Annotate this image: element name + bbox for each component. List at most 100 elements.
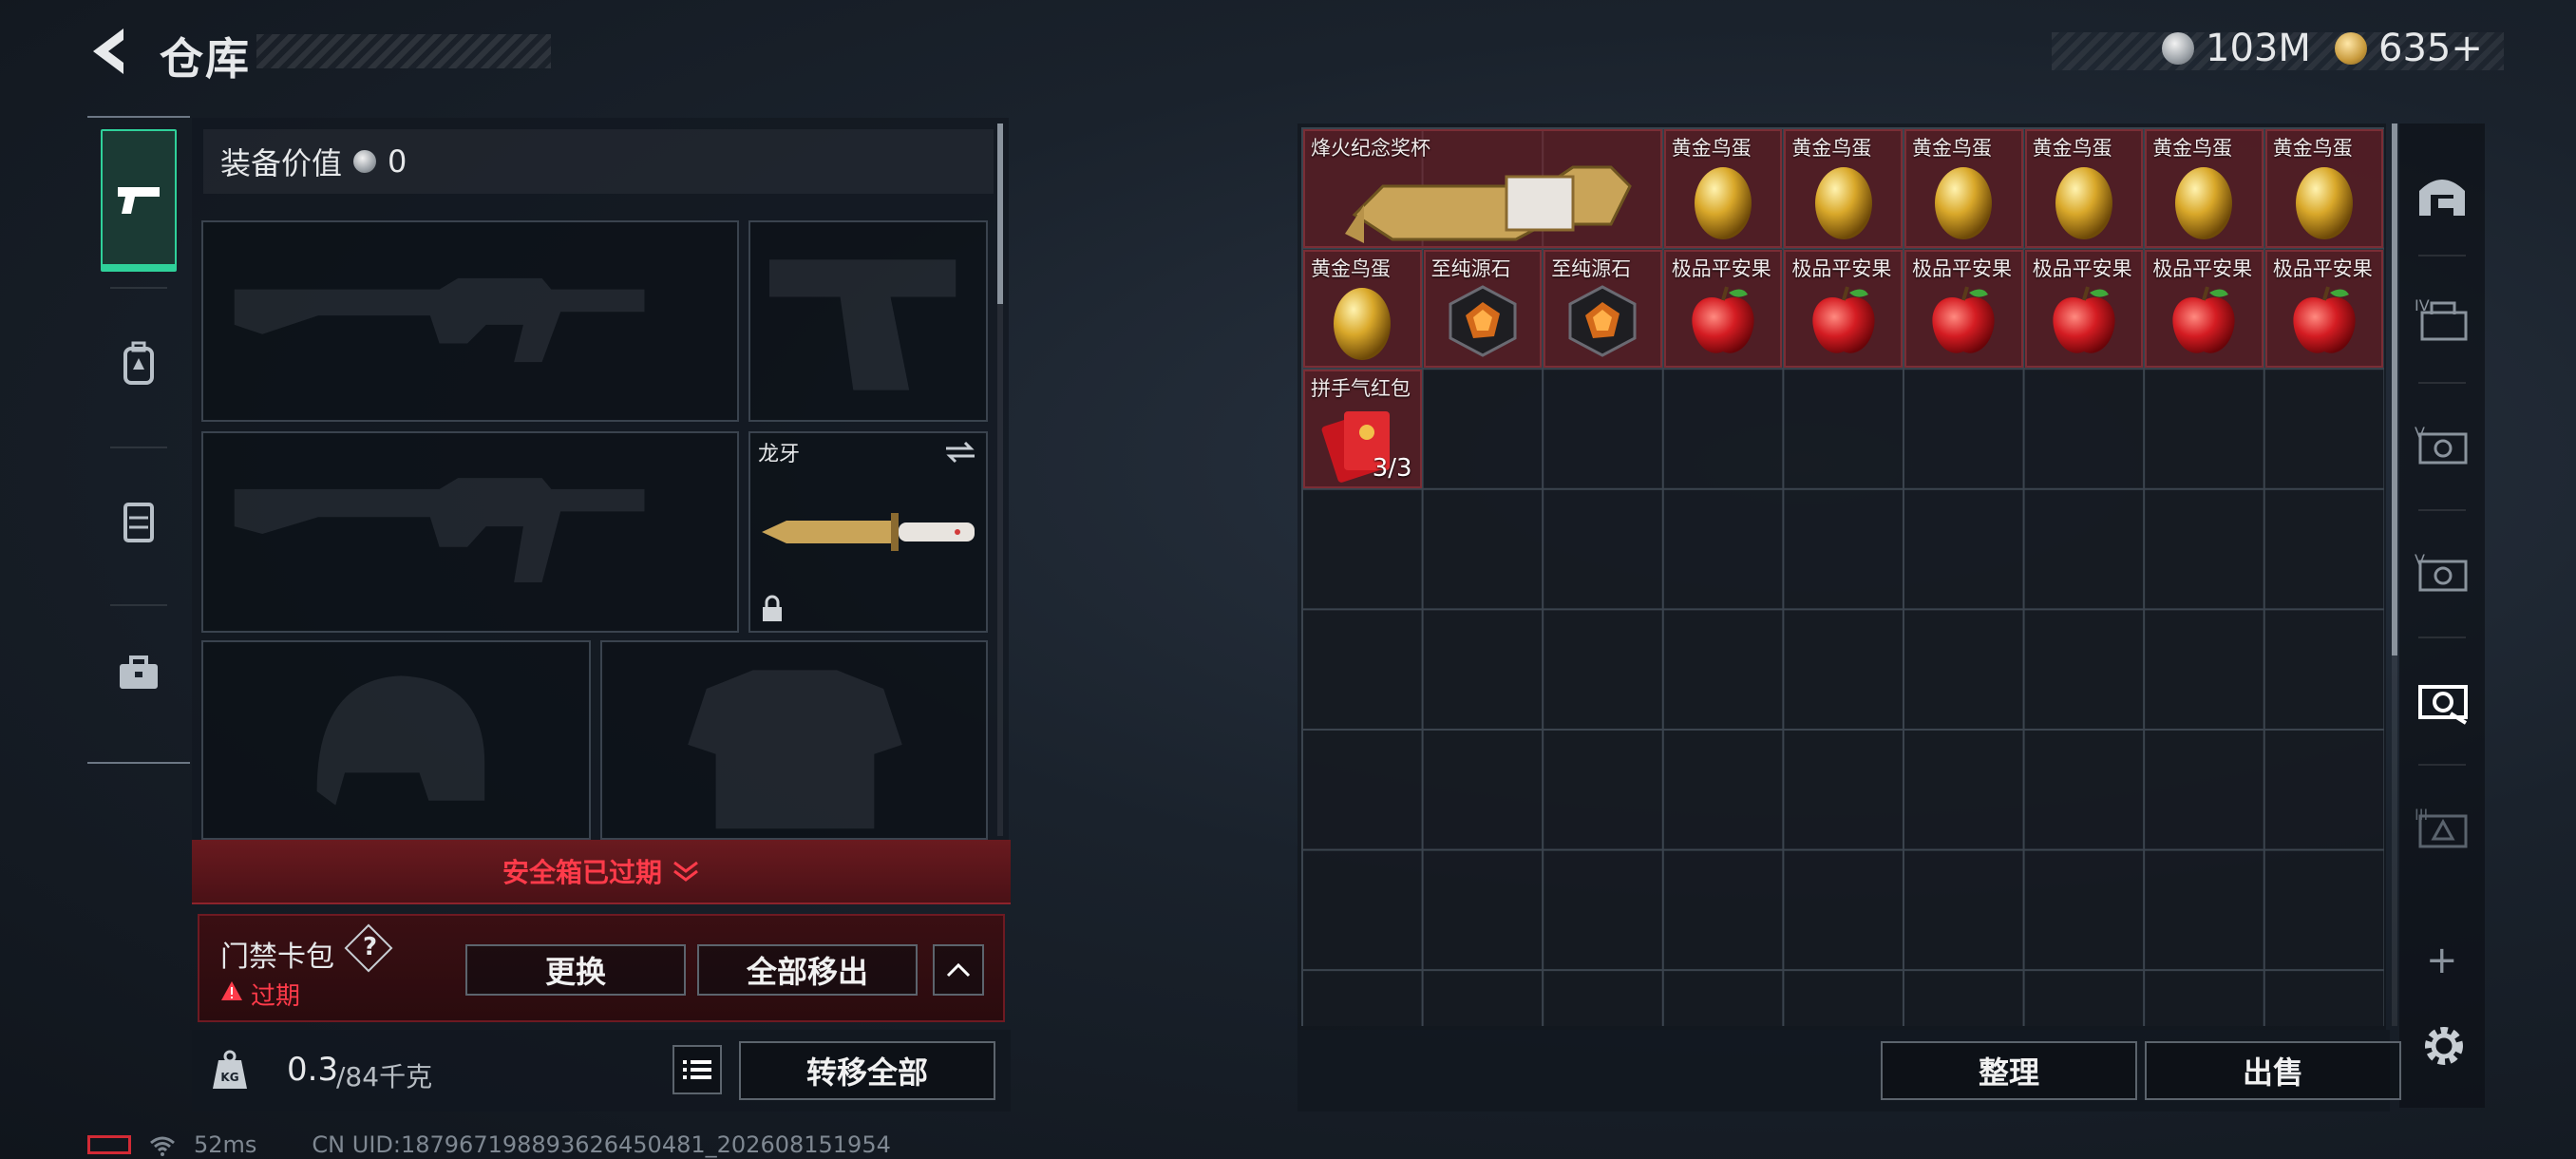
storage-item-apple[interactable]: 极品平安果 — [2145, 249, 2263, 369]
item-name: 黄金鸟蛋 — [1791, 137, 1872, 160]
primary-weapon-slot-2[interactable] — [201, 431, 739, 633]
tab-storage-page-5b[interactable]: V — [2409, 511, 2475, 635]
golden-egg-icon — [2055, 167, 2112, 240]
double-chevron-down-icon — [673, 861, 698, 882]
item-image — [2147, 276, 2262, 367]
armor-slot[interactable] — [600, 640, 988, 840]
tab-case[interactable] — [101, 602, 177, 745]
safe-box-status: 安全箱已过期 — [502, 857, 662, 888]
add-page-button[interactable]: + — [2426, 939, 2458, 982]
item-image — [2267, 276, 2382, 367]
item-name: 黄金鸟蛋 — [1311, 256, 1391, 280]
apple-icon — [2053, 286, 2115, 353]
armor-silhouette-icon — [688, 670, 902, 829]
item-image — [1545, 276, 1660, 367]
storage-item-egg[interactable]: 黄金鸟蛋 — [2145, 129, 2263, 248]
golden-egg-icon — [1935, 167, 1993, 240]
source-stone-icon — [1568, 285, 1637, 357]
storage-item-egg[interactable]: 黄金鸟蛋 — [1303, 249, 1422, 369]
sort-button[interactable]: 整理 — [1881, 1041, 2137, 1100]
list-view-button[interactable] — [672, 1045, 722, 1094]
storage-item-apple[interactable]: 极品平安果 — [1904, 249, 2023, 369]
rifle-silhouette-icon — [234, 478, 645, 582]
storage-item-egg[interactable]: 黄金鸟蛋 — [1784, 129, 1903, 248]
item-name: 极品平安果 — [2152, 256, 2253, 280]
item-name: 黄金鸟蛋 — [2272, 137, 2353, 160]
apple-icon — [1932, 286, 1995, 353]
storage-item-stone[interactable]: 至纯源石 — [1544, 249, 1662, 369]
back-button[interactable] — [84, 23, 137, 80]
item-name: 黄金鸟蛋 — [2032, 137, 2112, 160]
storage-item-redpacket[interactable]: 拼手气红包 3/3 — [1303, 370, 1422, 488]
apple-icon — [2172, 286, 2236, 353]
storage-page-locked-icon: III — [2415, 806, 2468, 848]
storage-item-trophy[interactable]: 烽火纪念奖杯 — [1303, 129, 1662, 248]
expired-status: 过期 — [251, 982, 301, 1011]
storage-scrollbar[interactable] — [2392, 124, 2397, 1026]
collapse-button[interactable] — [933, 944, 984, 996]
equipment-tab-rail — [87, 116, 190, 764]
equipment-scroll-thumb[interactable] — [997, 124, 1003, 304]
storage-page-5b-icon: V — [2415, 551, 2468, 592]
item-count: 3/3 — [1372, 453, 1412, 483]
storage-item-apple[interactable]: 极品平安果 — [2024, 249, 2144, 369]
safe-box-expired-banner[interactable]: 安全箱已过期 — [192, 840, 1011, 904]
item-image — [2027, 276, 2142, 367]
primary-weapon-slot-1[interactable] — [201, 220, 739, 422]
remove-all-button[interactable]: 全部移出 — [697, 944, 918, 996]
storage-page-5-icon: V — [2415, 424, 2468, 465]
ping: 52ms — [194, 1131, 257, 1158]
item-name: 极品平安果 — [2032, 256, 2132, 280]
gear-icon — [2425, 1027, 2463, 1065]
tab-chest-rig[interactable] — [101, 450, 177, 593]
transfer-all-button[interactable]: 转移全部 — [739, 1041, 995, 1100]
item-name: 极品平安果 — [1671, 256, 1771, 280]
apple-icon — [1812, 286, 1875, 353]
storage-page-active-icon — [2418, 685, 2468, 725]
settings-button[interactable] — [2420, 1022, 2468, 1074]
tab-storage-page-5[interactable]: V — [2409, 384, 2475, 507]
helmet-slot[interactable] — [201, 640, 591, 840]
battery-icon — [87, 1135, 131, 1154]
equipment-value: 0 — [388, 143, 407, 180]
storage-item-egg[interactable]: 黄金鸟蛋 — [2024, 129, 2144, 248]
safehouse-icon — [2419, 180, 2465, 216]
tab-weapons[interactable] — [101, 129, 177, 272]
equipment-scrollbar[interactable] — [997, 124, 1003, 836]
tab-storage-page-active[interactable] — [2409, 638, 2475, 762]
tab-backpack[interactable] — [101, 293, 177, 435]
item-image — [2027, 156, 2142, 246]
sell-button[interactable]: 出售 — [2145, 1041, 2401, 1100]
svg-text:KG: KG — [220, 1071, 238, 1084]
weight-current: 0.3 — [287, 1051, 339, 1089]
item-image — [1786, 276, 1901, 367]
storage-item-apple[interactable]: 极品平安果 — [1663, 249, 1783, 369]
item-name: 黄金鸟蛋 — [2152, 137, 2233, 160]
storage-page-4-icon: IV — [2415, 296, 2468, 341]
storage-scroll-thumb[interactable] — [2392, 124, 2397, 656]
melee-slot[interactable]: 龙牙 — [748, 431, 988, 633]
tab-storage-page-4[interactable]: IV — [2409, 256, 2475, 380]
golden-egg-icon — [1814, 167, 1872, 240]
replace-button[interactable]: 更换 — [465, 944, 686, 996]
item-image — [2267, 156, 2382, 246]
tab-storage-page-locked[interactable]: III — [2409, 766, 2475, 889]
gold-currency[interactable]: 635+ — [2335, 27, 2483, 70]
sidearm-slot[interactable] — [748, 220, 988, 422]
item-image — [1906, 156, 2021, 246]
swap-icon[interactable] — [942, 439, 978, 466]
golden-egg-icon — [2296, 167, 2354, 240]
storage-item-egg[interactable]: 黄金鸟蛋 — [1663, 129, 1783, 248]
storage-item-egg[interactable]: 黄金鸟蛋 — [2264, 129, 2384, 248]
tab-safehouse[interactable] — [2409, 133, 2475, 256]
storage-item-apple[interactable]: 极品平安果 — [1784, 249, 1903, 369]
item-name: 拼手气红包 — [1311, 377, 1411, 401]
storage-item-egg[interactable]: 黄金鸟蛋 — [1904, 129, 2023, 248]
storage-item-stone[interactable]: 至纯源石 — [1423, 249, 1543, 369]
item-image — [1666, 156, 1781, 246]
silver-amount: 103M — [2206, 27, 2311, 70]
storage-item-apple[interactable]: 极品平安果 — [2264, 249, 2384, 369]
item-image — [2147, 156, 2262, 246]
melee-name: 龙牙 — [758, 443, 801, 466]
pistol-icon — [118, 187, 160, 214]
